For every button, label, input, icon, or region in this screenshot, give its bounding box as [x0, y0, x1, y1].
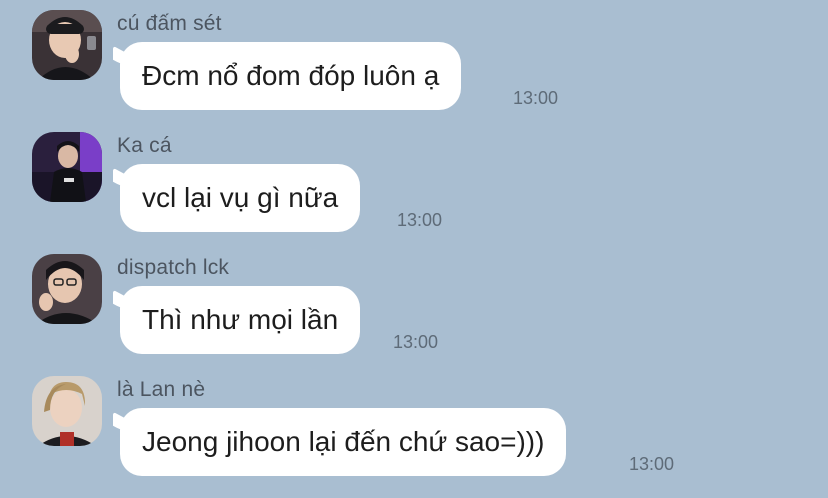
message-time: 13:00 [397, 210, 443, 230]
sender-name: dispatch lck [117, 256, 230, 279]
sender-name: Ka cá [117, 134, 172, 157]
message-bubble[interactable]: Đcm nổ đom đóp luôn ạ [120, 42, 462, 110]
chat-message-list: cú đấm sét Đcm nổ đom đóp luôn ạ 13:00 K… [0, 0, 828, 485]
message-time: 13:00 [393, 332, 439, 352]
message-bubble[interactable]: Thì như mọi lần [120, 286, 361, 354]
chat-message: dispatch lck Thì như mọi lần 13:00 [0, 254, 828, 376]
message-time: 13:00 [513, 88, 559, 108]
user-avatar-icon[interactable] [32, 254, 102, 324]
message-time: 13:00 [629, 454, 675, 474]
user-avatar-icon[interactable] [32, 376, 102, 446]
chat-message: Ka cá vcl lại vụ gì nữa 13:00 [0, 132, 828, 254]
user-avatar-icon[interactable] [32, 132, 102, 202]
sender-name: là Lan nè [117, 378, 206, 401]
user-avatar-icon[interactable] [32, 10, 102, 80]
message-bubble[interactable]: vcl lại vụ gì nữa [120, 164, 361, 232]
chat-message: cú đấm sét Đcm nổ đom đóp luôn ạ 13:00 [0, 10, 828, 132]
sender-name: cú đấm sét [117, 12, 222, 35]
message-bubble[interactable]: Jeong jihoon lại đến chứ sao=))) [120, 408, 567, 476]
chat-message: là Lan nè Jeong jihoon lại đến chứ sao=)… [0, 376, 828, 498]
